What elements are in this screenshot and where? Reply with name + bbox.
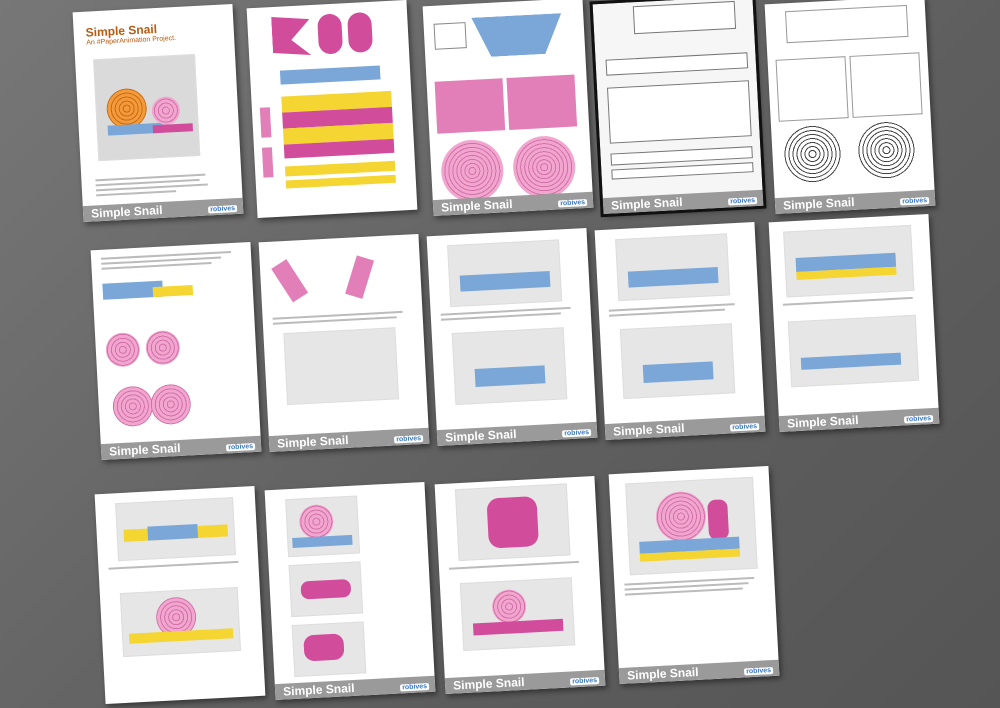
page-footer: Simple Snail robives <box>618 659 780 685</box>
document-spread: Simple Snail An #PaperAnimation Project.… <box>0 0 1000 708</box>
page-step-5[interactable]: Simple Snail robives <box>768 213 940 433</box>
page-step-7[interactable]: Simple Snail robives <box>264 481 436 701</box>
shell-piece-right <box>511 134 577 200</box>
page-footer: Simple Snail robives <box>274 675 436 701</box>
page-cover[interactable]: Simple Snail An #PaperAnimation Project.… <box>72 3 244 223</box>
page-step-2[interactable]: Simple Snail robives <box>258 233 430 453</box>
head-piece <box>271 15 311 57</box>
page-step-1[interactable]: Simple Snail robives <box>90 241 262 461</box>
page-footer: Simple Snail robives <box>100 435 262 461</box>
page-footer: Simple Snail robives <box>602 189 764 215</box>
brand-logo: robives <box>208 204 238 214</box>
page-footer: Simple Snail robives <box>604 415 766 441</box>
page-step-6[interactable] <box>94 485 266 705</box>
body-piece <box>471 13 563 58</box>
page-step-4[interactable]: Simple Snail robives <box>594 221 766 441</box>
page-step-9[interactable]: Simple Snail robives <box>608 465 780 685</box>
shell-outline-right <box>854 118 918 182</box>
page-parts-1[interactable] <box>246 0 418 219</box>
page-parts-2[interactable]: Simple Snail robives <box>422 0 594 217</box>
page-footer: Simple Snail robives <box>268 427 430 453</box>
cover-photo <box>93 53 201 162</box>
page-footer: Simple Snail robives <box>436 421 598 447</box>
shell-piece-left <box>439 138 505 204</box>
page-step-8[interactable]: Simple Snail robives <box>434 475 606 695</box>
page-footer: Simple Snail robives <box>82 197 244 223</box>
page-footer: Simple Snail robives <box>444 669 606 695</box>
footer-title: Simple Snail <box>90 202 163 221</box>
page-parts-4[interactable]: Simple Snail robives <box>764 0 936 215</box>
page-footer: Simple Snail robives <box>778 407 940 433</box>
shell-outline-left <box>780 122 845 186</box>
page-footer: Simple Snail robives <box>774 189 936 215</box>
page-parts-3[interactable]: Simple Snail robives <box>589 0 767 218</box>
page-step-3[interactable]: Simple Snail robives <box>426 227 598 447</box>
